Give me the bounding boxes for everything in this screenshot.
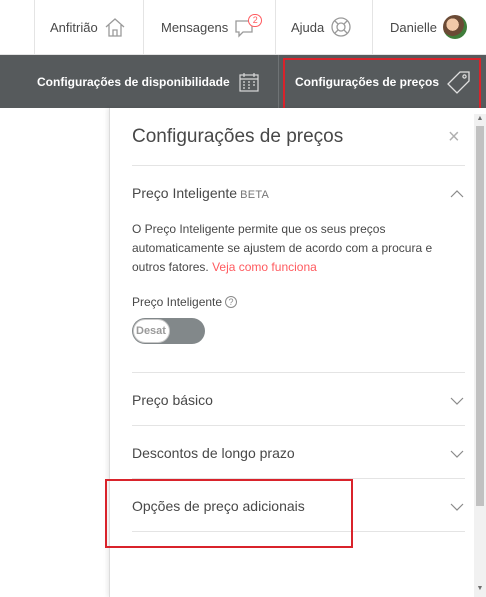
help-question-icon[interactable]: ? xyxy=(225,296,238,308)
nav-host-label: Anfitrião xyxy=(50,19,98,35)
tab-availability-settings[interactable]: Configurações de disponibilidade xyxy=(37,55,260,108)
divider xyxy=(132,165,465,166)
nav-user[interactable]: Danielle xyxy=(372,0,486,54)
nav-help[interactable]: Ajuda xyxy=(275,0,372,54)
chevron-down-icon[interactable] xyxy=(450,447,464,461)
nav-messages-label: Mensagens xyxy=(161,19,229,35)
calendar-icon xyxy=(239,72,259,92)
scroll-down-arrow-icon[interactable]: ▼ xyxy=(476,585,484,593)
highlight-additional-options xyxy=(105,479,353,548)
top-navigation: Anfitrião Mensagens 2 Ajuda Danielle xyxy=(0,0,486,55)
house-icon xyxy=(105,18,125,37)
avatar xyxy=(442,15,467,39)
toggle-knob: Desat xyxy=(133,319,170,343)
panel-scrollbar[interactable]: ▲ ▼ xyxy=(474,114,486,597)
nav-messages[interactable]: Mensagens 2 xyxy=(143,0,275,54)
chevron-down-icon[interactable] xyxy=(450,394,464,408)
section-long-term-discounts[interactable]: Descontos de longo prazo xyxy=(132,445,295,461)
smart-pricing-toggle-label: Preço Inteligente ? xyxy=(132,295,238,309)
chevron-down-icon[interactable] xyxy=(450,500,464,514)
subnav-divider xyxy=(278,55,279,108)
smart-pricing-header[interactable]: Preço Inteligente BETA xyxy=(132,185,269,201)
nav-host[interactable]: Anfitrião xyxy=(34,0,143,54)
scroll-up-arrow-icon[interactable]: ▲ xyxy=(476,115,484,123)
messages-badge: 2 xyxy=(248,14,263,27)
lifebuoy-icon xyxy=(331,17,351,37)
beta-badge: BETA xyxy=(240,189,270,201)
section-basic-price[interactable]: Preço básico xyxy=(132,392,213,408)
scroll-thumb[interactable] xyxy=(476,126,484,506)
nav-help-label: Ajuda xyxy=(291,19,325,35)
divider xyxy=(132,372,465,373)
close-icon[interactable]: × xyxy=(448,126,460,149)
chevron-up-icon[interactable] xyxy=(450,187,464,201)
how-it-works-link[interactable]: Veja como funciona xyxy=(212,260,317,274)
tab-availability-label: Configurações de disponibilidade xyxy=(37,74,230,89)
panel-title: Configurações de preços xyxy=(132,126,344,147)
highlight-pricing-tab xyxy=(283,58,481,113)
divider xyxy=(132,425,465,426)
smart-pricing-description: O Preço Inteligente permite que os seus … xyxy=(132,220,462,277)
nav-user-label: Danielle xyxy=(390,19,437,35)
toggle-label-text: Preço Inteligente xyxy=(132,295,223,309)
smart-pricing-title: Preço Inteligente xyxy=(132,185,238,201)
message-icon-wrap: 2 xyxy=(234,14,263,38)
smart-pricing-toggle[interactable]: Desat xyxy=(132,318,205,344)
